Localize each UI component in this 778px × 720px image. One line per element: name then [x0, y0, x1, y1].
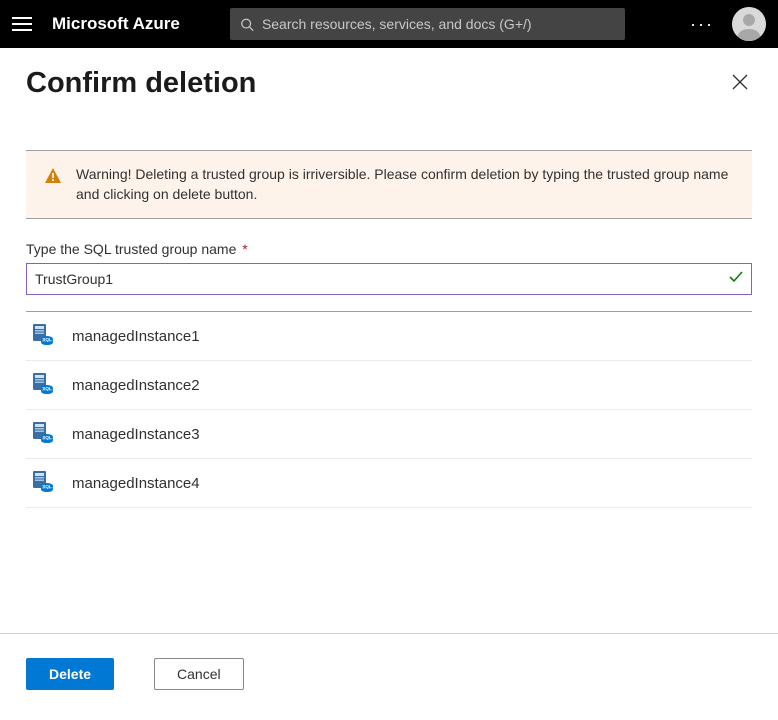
close-icon[interactable]: [728, 66, 752, 100]
footer: Delete Cancel: [0, 633, 778, 720]
avatar[interactable]: [732, 7, 766, 41]
sql-db-icon: SQL: [30, 469, 54, 497]
instance-name: managedInstance4: [72, 475, 200, 492]
svg-text:SQL: SQL: [42, 484, 52, 489]
instance-list: SQL managedInstance1 SQL managedInstance…: [26, 311, 752, 508]
search-input[interactable]: [262, 16, 615, 32]
instance-name: managedInstance2: [72, 377, 200, 394]
field-label-text: Type the SQL trusted group name: [26, 241, 236, 257]
brand-label: Microsoft Azure: [52, 14, 180, 34]
sql-db-icon: SQL: [30, 420, 54, 448]
warning-banner: Warning! Deleting a trusted group is irr…: [26, 150, 752, 219]
search-wrap: [230, 8, 625, 40]
delete-button[interactable]: Delete: [26, 658, 114, 690]
top-header: Microsoft Azure ···: [0, 0, 778, 48]
header-right: ···: [690, 7, 766, 41]
list-item[interactable]: SQL managedInstance1: [26, 312, 752, 361]
search-icon: [240, 17, 254, 32]
svg-text:SQL: SQL: [42, 386, 52, 391]
input-row: [26, 263, 752, 295]
page-body: Confirm deletion Warning! Deleting a tru…: [0, 48, 778, 633]
instance-name: managedInstance3: [72, 426, 200, 443]
list-item[interactable]: SQL managedInstance4: [26, 459, 752, 508]
sql-db-icon: SQL: [30, 371, 54, 399]
instance-name: managedInstance1: [72, 328, 200, 345]
svg-text:SQL: SQL: [42, 435, 52, 440]
cancel-button[interactable]: Cancel: [154, 658, 244, 690]
required-asterisk: *: [242, 241, 247, 257]
check-icon: [728, 269, 744, 290]
field-label: Type the SQL trusted group name *: [26, 241, 752, 257]
list-item[interactable]: SQL managedInstance3: [26, 410, 752, 459]
warning-text: Warning! Deleting a trusted group is irr…: [76, 165, 734, 204]
menu-icon[interactable]: [12, 14, 32, 34]
sql-db-icon: SQL: [30, 322, 54, 350]
svg-text:SQL: SQL: [42, 337, 52, 342]
search-box[interactable]: [230, 8, 625, 40]
page-title: Confirm deletion: [26, 67, 256, 100]
list-item[interactable]: SQL managedInstance2: [26, 361, 752, 410]
more-icon[interactable]: ···: [690, 14, 714, 35]
title-row: Confirm deletion: [26, 66, 752, 100]
warning-icon: [44, 167, 62, 204]
group-name-input[interactable]: [26, 263, 752, 295]
